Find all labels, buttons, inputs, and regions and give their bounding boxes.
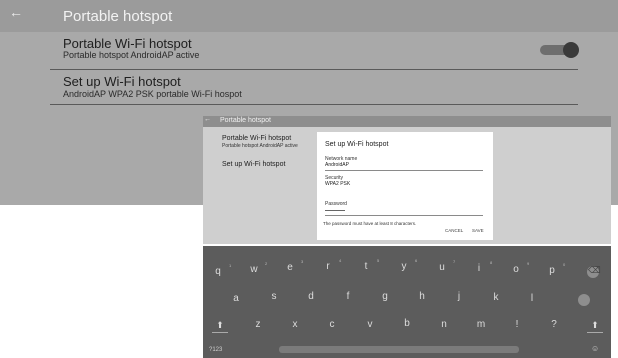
key-i[interactable]: i bbox=[472, 263, 486, 274]
key-w[interactable]: w bbox=[247, 264, 261, 275]
inner-screenshot: ← Portable hotspot Portable Wi-Fi hotspo… bbox=[203, 116, 611, 244]
password-field[interactable] bbox=[325, 215, 483, 216]
hint-3: 3 bbox=[301, 259, 304, 264]
hint-5: 5 bbox=[377, 258, 380, 263]
hint-2: 2 bbox=[265, 261, 268, 266]
hint-0: 0 bbox=[563, 262, 566, 267]
symbols-key[interactable]: ?123 bbox=[209, 347, 222, 353]
setup-hotspot-title[interactable]: Set up Wi-Fi hotspot bbox=[63, 74, 181, 89]
shift-right-key[interactable]: ⬆ bbox=[588, 320, 602, 331]
key-v[interactable]: v bbox=[363, 319, 377, 330]
key-f[interactable]: f bbox=[341, 291, 355, 302]
key-q[interactable]: q bbox=[211, 266, 225, 277]
app-header: ← Portable hotspot bbox=[0, 0, 618, 32]
hint-8: 8 bbox=[490, 260, 493, 265]
hint-7: 7 bbox=[453, 259, 456, 264]
dialog-title: Set up Wi-Fi hotspot bbox=[325, 141, 389, 148]
backspace-icon: ⌫ bbox=[588, 265, 601, 275]
password-hint: The password must have at least 8 charac… bbox=[323, 221, 417, 226]
save-button[interactable]: SAVE bbox=[472, 228, 484, 233]
cancel-button[interactable]: CANCEL bbox=[445, 228, 463, 233]
key-n[interactable]: n bbox=[437, 319, 451, 330]
space-bar[interactable] bbox=[279, 346, 519, 353]
key-d[interactable]: d bbox=[304, 291, 318, 302]
divider bbox=[50, 104, 578, 105]
page-title: Portable hotspot bbox=[63, 8, 173, 25]
key-l[interactable]: l bbox=[525, 293, 539, 304]
shift-left-underline bbox=[212, 332, 228, 333]
key-u[interactable]: u bbox=[435, 262, 449, 273]
backspace-key[interactable]: ⌫ bbox=[587, 265, 601, 278]
key-exclamation[interactable]: ! bbox=[510, 319, 524, 330]
password-cursor bbox=[325, 210, 345, 211]
hint-6: 6 bbox=[415, 258, 418, 263]
hotspot-toggle[interactable] bbox=[540, 42, 579, 58]
key-j[interactable]: j bbox=[452, 291, 466, 302]
key-y[interactable]: y bbox=[397, 261, 411, 272]
portable-hotspot-title: Portable Wi-Fi hotspot bbox=[63, 36, 192, 51]
back-arrow-icon[interactable]: ← bbox=[9, 4, 23, 20]
go-key[interactable] bbox=[578, 294, 590, 306]
security-select[interactable]: WPA2 PSK bbox=[325, 181, 350, 187]
key-e[interactable]: e bbox=[283, 262, 297, 273]
inner-portable-hotspot-subtitle: Portable hotspot AndroidAP active bbox=[222, 143, 298, 149]
key-s[interactable]: s bbox=[267, 291, 281, 302]
network-name-underline bbox=[325, 170, 483, 171]
key-b[interactable]: b bbox=[400, 318, 414, 329]
key-p[interactable]: p bbox=[545, 265, 559, 276]
inner-back-arrow-icon[interactable]: ← bbox=[204, 116, 211, 123]
key-z[interactable]: z bbox=[251, 319, 265, 330]
shift-right-underline bbox=[587, 332, 603, 333]
key-r[interactable]: r bbox=[321, 261, 335, 272]
hint-9: 9 bbox=[527, 261, 530, 266]
hint-4: 4 bbox=[339, 258, 342, 263]
key-x[interactable]: x bbox=[288, 319, 302, 330]
setup-hotspot-subtitle: AndroidAP WPA2 PSK portable Wi-Fi hospot bbox=[63, 89, 242, 99]
inner-portable-hotspot-title[interactable]: Portable Wi-Fi hotspot bbox=[222, 135, 291, 142]
on-screen-keyboard: q w e r t y u i o p 1 2 3 4 5 6 7 8 9 0 … bbox=[203, 246, 611, 358]
key-g[interactable]: g bbox=[378, 291, 392, 302]
inner-setup-hotspot-title[interactable]: Set up Wi-Fi hotspot bbox=[222, 161, 285, 168]
setup-hotspot-dialog: Set up Wi-Fi hotspot Network name Androi… bbox=[317, 132, 493, 240]
shift-left-key[interactable]: ⬆ bbox=[213, 320, 227, 331]
portable-hotspot-subtitle: Portable hotspot AndroidAP active bbox=[63, 50, 200, 60]
inner-title: Portable hotspot bbox=[220, 117, 271, 124]
hint-1: 1 bbox=[229, 263, 232, 268]
password-label: Password bbox=[325, 201, 347, 207]
network-name-field[interactable]: AndroidAP bbox=[325, 162, 349, 168]
emoji-icon[interactable]: ☺ bbox=[591, 344, 599, 353]
key-m[interactable]: m bbox=[474, 319, 488, 330]
key-t[interactable]: t bbox=[359, 261, 373, 272]
inner-header: ← Portable hotspot bbox=[203, 116, 611, 127]
key-o[interactable]: o bbox=[509, 264, 523, 275]
key-a[interactable]: a bbox=[229, 293, 243, 304]
key-question[interactable]: ? bbox=[547, 319, 561, 330]
portable-hotspot-row[interactable]: Portable Wi-Fi hotspot Portable hotspot … bbox=[63, 36, 578, 70]
key-h[interactable]: h bbox=[415, 291, 429, 302]
divider bbox=[50, 69, 578, 70]
toggle-knob bbox=[563, 42, 579, 58]
key-c[interactable]: c bbox=[325, 319, 339, 330]
key-k[interactable]: k bbox=[489, 292, 503, 303]
